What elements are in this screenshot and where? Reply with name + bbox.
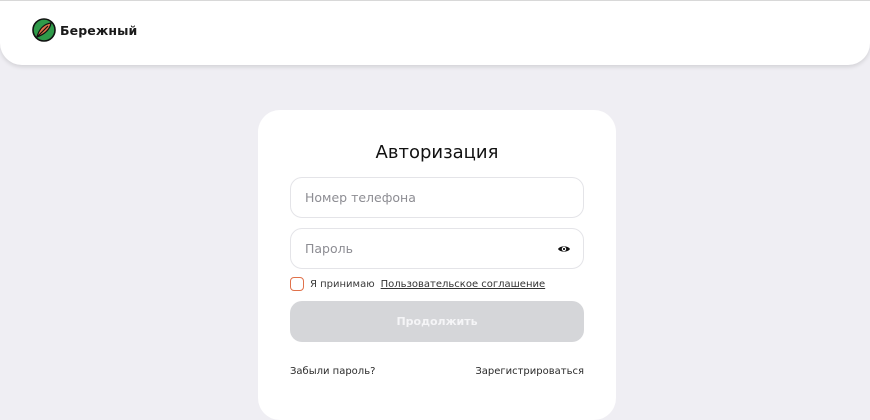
auth-card: Авторизация Я принимаю Пользовательское …: [258, 110, 616, 420]
phone-input[interactable]: [291, 178, 583, 217]
top-header: Бережный: [0, 0, 870, 65]
phone-field: [290, 177, 584, 218]
continue-button[interactable]: Продолжить: [290, 301, 584, 342]
agreement-link[interactable]: Пользовательское соглашение: [381, 279, 546, 290]
brand-name: Бережный: [60, 22, 138, 38]
register-link[interactable]: Зарегистрироваться: [475, 366, 584, 377]
forgot-password-link[interactable]: Забыли пароль?: [290, 366, 375, 377]
agreement-row: Я принимаю Пользовательское соглашение: [290, 277, 545, 291]
agreement-text: Я принимаю: [310, 278, 375, 290]
password-input[interactable]: [291, 229, 583, 268]
page-title: Авторизация: [375, 142, 499, 163]
leaf-logo-icon: [32, 18, 56, 42]
password-field: [290, 228, 584, 269]
agreement-checkbox[interactable]: [290, 277, 304, 291]
eye-icon: [558, 246, 570, 252]
brand-logo[interactable]: Бережный: [32, 18, 137, 42]
password-toggle-button[interactable]: [557, 242, 571, 256]
